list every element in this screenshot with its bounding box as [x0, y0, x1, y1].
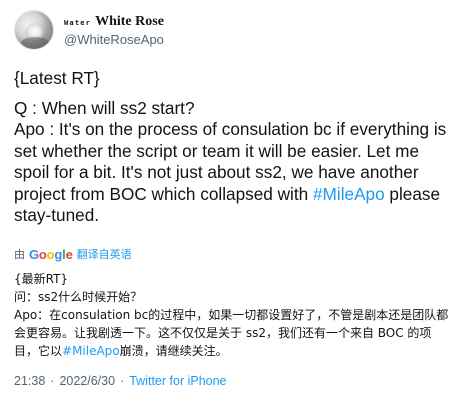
- author-identity[interactable]: Water White Rose @WhiteRoseApo: [64, 14, 164, 47]
- tweet-line-question: Q : When will ss2 start?: [14, 97, 195, 118]
- translation-line-answer: Apo：在consulation bc的过程中，如果一切都设置好了，不管是剧本还…: [14, 306, 450, 360]
- translation-hashtag-link[interactable]: #MileApo: [62, 344, 120, 358]
- tweet-line-answer: Apo : It's on the process of consulation…: [14, 119, 450, 227]
- translated-from-english-link[interactable]: 翻译自英语: [77, 246, 132, 262]
- google-logo: Google: [29, 246, 73, 262]
- tweet-date[interactable]: 2022/6/30: [59, 374, 115, 388]
- translation-line-question: 问：ss2什么时候开始？: [14, 290, 143, 304]
- translation-line-tag: {最新RT}: [14, 272, 69, 286]
- translate-by-label: 由: [14, 249, 25, 261]
- tweet-time[interactable]: 21:38: [14, 374, 45, 388]
- avatar[interactable]: [14, 10, 54, 50]
- translate-bar: 由 Google 翻译自英语: [14, 246, 132, 262]
- tweet-line-tag: {Latest RT}: [14, 68, 100, 88]
- tweet-text: {Latest RT} Q : When will ss2 start? Apo…: [14, 68, 450, 227]
- tweet-meta: 21:38 · 2022/6/30 · Twitter for iPhone: [14, 374, 227, 388]
- tweet-card: Water White Rose @WhiteRoseApo {Latest R…: [0, 0, 460, 401]
- meta-separator: ·: [50, 374, 55, 388]
- hashtag-link[interactable]: #MileApo: [313, 184, 385, 204]
- tweet-source-link[interactable]: Twitter for iPhone: [129, 374, 226, 388]
- name-prefix: Water: [64, 18, 92, 27]
- display-name[interactable]: White Rose: [95, 14, 164, 30]
- author-handle[interactable]: @WhiteRoseApo: [64, 32, 164, 47]
- translation-answer-tail: 崩溃，请继续关注。: [119, 344, 228, 358]
- translated-text: {最新RT} 问：ss2什么时候开始？ Apo：在consulation bc的…: [14, 270, 450, 360]
- meta-separator-2: ·: [120, 374, 125, 388]
- author-name-line: Water White Rose: [64, 14, 164, 30]
- tweet-header: Water White Rose @WhiteRoseApo: [14, 8, 164, 52]
